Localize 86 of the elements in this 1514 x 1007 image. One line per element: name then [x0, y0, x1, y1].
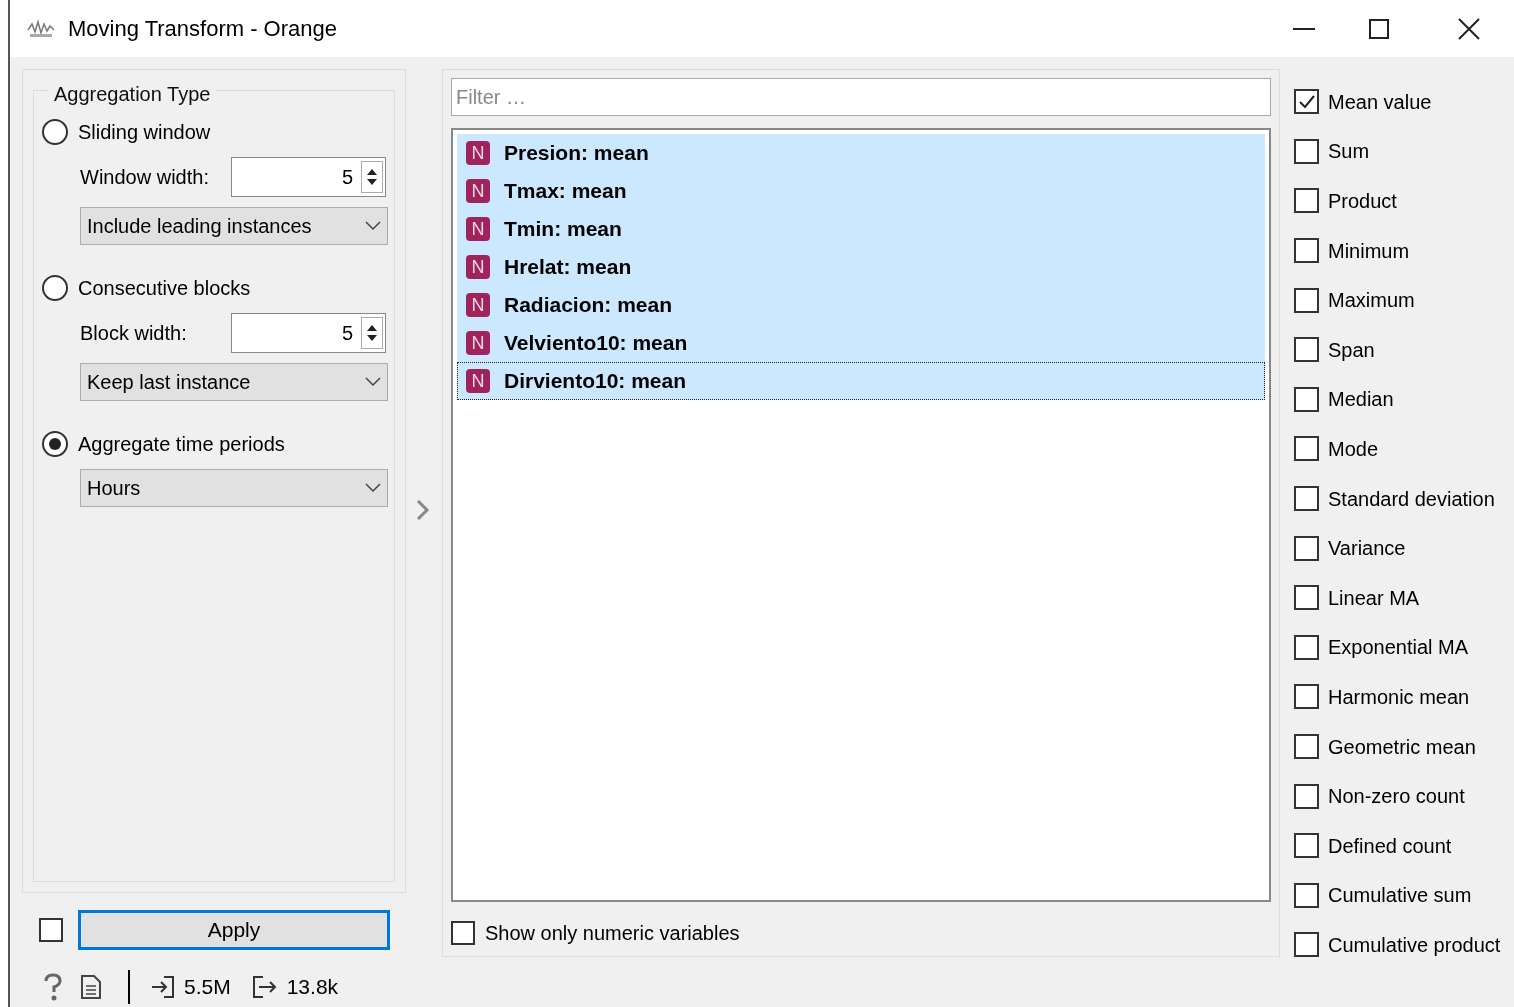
variable-item[interactable]: N Tmin: mean [457, 210, 1265, 248]
chevron-down-icon [365, 483, 381, 493]
dropdown[interactable]: Keep last instance [80, 363, 388, 401]
checkbox-label: Harmonic mean [1328, 684, 1470, 710]
radio-button[interactable] [42, 431, 68, 457]
spin-box[interactable]: 5 [231, 157, 386, 197]
filter-field[interactable]: Filter … [451, 78, 1271, 116]
checkbox-label: Exponential MA [1328, 635, 1469, 661]
checkbox[interactable] [1294, 535, 1319, 561]
checkbox[interactable] [1294, 337, 1319, 363]
chevron-down-icon [365, 377, 381, 387]
field-label: Window width: [80, 165, 210, 190]
checkbox-label: Non-zero count [1328, 784, 1465, 810]
numeric-badge: N [466, 141, 490, 165]
field-label: Block width: [80, 321, 188, 346]
variable-item[interactable]: N Velviento10: mean [457, 324, 1265, 362]
checkbox-label: Show only numeric variables [485, 921, 740, 946]
down-arrow-icon [367, 179, 377, 185]
checkbox-label: Sum [1328, 139, 1370, 165]
checkbox-label: Standard deviation [1328, 486, 1495, 512]
numeric-checkbox[interactable] [451, 921, 475, 945]
checkbox-label: Mean value [1328, 89, 1432, 115]
numeric-badge: N [466, 331, 490, 355]
input-size: 5.5M [184, 974, 231, 1001]
variable-item[interactable]: N Tmax: mean [457, 172, 1265, 210]
input-icon [150, 974, 176, 1000]
dropdown[interactable]: Include leading instances [80, 207, 388, 245]
checkbox[interactable] [1294, 833, 1319, 859]
checkbox[interactable] [1294, 89, 1319, 115]
checkbox[interactable] [1294, 138, 1319, 164]
chevron-down-icon [365, 221, 381, 231]
variable-item[interactable]: N Hrelat: mean [457, 248, 1265, 286]
checkbox[interactable] [1294, 238, 1319, 264]
output-size: 13.8k [286, 974, 339, 1001]
radio-label: Sliding window [78, 120, 211, 145]
up-arrow-icon [367, 325, 377, 331]
minimize-icon [1293, 27, 1315, 30]
document-icon[interactable] [80, 974, 102, 1000]
checkbox-label: Span [1328, 337, 1375, 363]
checkbox-label: Variance [1328, 536, 1406, 562]
checkbox-label: Mode [1328, 436, 1379, 462]
radio-label: Aggregate time periods [78, 432, 285, 457]
chevron-right-icon [415, 498, 431, 522]
checkbox-label: Maximum [1328, 288, 1415, 314]
numeric-badge: N [466, 217, 490, 241]
checkbox-label: Linear MA [1328, 585, 1420, 611]
numeric-badge: N [466, 179, 490, 203]
close-icon [1458, 17, 1480, 40]
numeric-badge: N [466, 255, 490, 279]
radio-button[interactable] [42, 275, 68, 301]
radio-button[interactable] [42, 119, 68, 145]
apply-button[interactable]: Apply [78, 910, 390, 950]
variable-item[interactable]: N Dirviento10: mean [457, 362, 1265, 400]
checkbox[interactable] [1294, 783, 1319, 809]
maximize-icon [1369, 18, 1389, 39]
checkmark-icon [1297, 93, 1316, 110]
checkbox[interactable] [1294, 882, 1319, 908]
spin-box[interactable]: 5 [231, 313, 386, 353]
checkbox-label: Product [1328, 189, 1397, 214]
checkbox[interactable] [1294, 634, 1319, 660]
up-arrow-icon [367, 169, 377, 175]
numeric-badge: N [466, 369, 490, 393]
checkbox-label: Defined count [1328, 833, 1452, 859]
down-arrow-icon [367, 335, 377, 341]
variable-item[interactable]: N Radiacion: mean [457, 286, 1265, 324]
checkbox-label: Geometric mean [1328, 734, 1476, 760]
checkbox[interactable] [1294, 486, 1319, 512]
variable-item[interactable]: N Presion: mean [457, 134, 1265, 172]
checkbox[interactable] [1294, 386, 1319, 412]
checkbox-label: Cumulative product [1328, 932, 1501, 958]
checkbox-label: Minimum [1328, 238, 1410, 264]
window-title: Moving Transform - Orange [68, 15, 337, 43]
checkbox-label: Median [1328, 387, 1394, 413]
checkbox[interactable] [1294, 188, 1319, 214]
radio-label: Consecutive blocks [78, 276, 251, 301]
auto-apply-checkbox[interactable] [39, 918, 63, 942]
checkbox[interactable] [1294, 734, 1319, 759]
output-icon [250, 974, 277, 1000]
numeric-badge: N [466, 293, 490, 317]
checkbox[interactable] [1294, 436, 1319, 462]
checkbox[interactable] [1294, 287, 1319, 313]
checkbox[interactable] [1294, 684, 1319, 710]
checkbox-label: Cumulative sum [1328, 883, 1472, 909]
checkbox[interactable] [1294, 585, 1319, 611]
dropdown[interactable]: Hours [80, 469, 388, 507]
checkbox[interactable] [1294, 932, 1319, 958]
